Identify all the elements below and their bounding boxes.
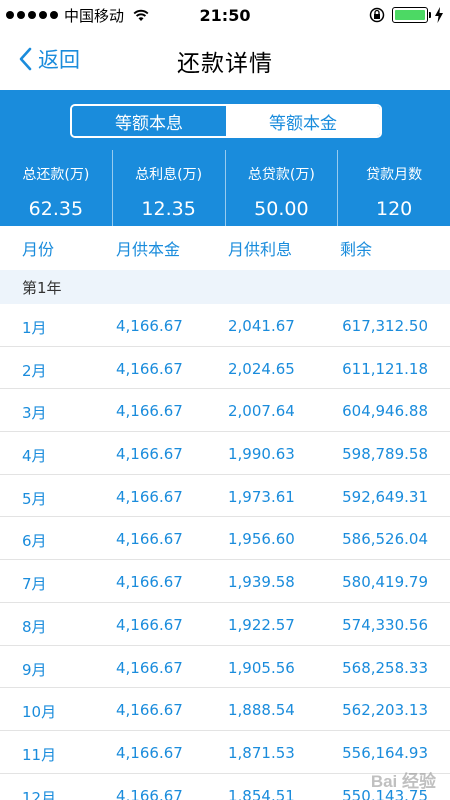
- nav-bar: 返回 还款详情: [0, 30, 450, 90]
- row-remaining: 556,164.93: [342, 743, 428, 762]
- wifi-icon: [133, 9, 149, 21]
- row-principal: 4,166.67: [116, 445, 183, 464]
- stat-total-interest: 总利息(万) 12.35: [111, 150, 225, 226]
- table-row[interactable]: 4月 4,166.67 1,990.63 598,789.58: [0, 432, 450, 475]
- charging-bolt-icon: [435, 7, 443, 23]
- row-interest: 2,007.64: [228, 402, 295, 421]
- row-principal: 4,166.67: [116, 573, 183, 592]
- status-bar: 中国移动 21:50: [0, 0, 450, 30]
- stat-total-loan: 总贷款(万) 50.00: [224, 150, 338, 226]
- summary-stats: 总还款(万) 62.35 总利息(万) 12.35 总贷款(万) 50.00 贷…: [0, 150, 450, 226]
- table-row[interactable]: 7月 4,166.67 1,939.58 580,419.79: [0, 560, 450, 603]
- row-interest: 1,939.58: [228, 573, 295, 592]
- row-month: 6月: [22, 532, 47, 551]
- table-row[interactable]: 9月 4,166.67 1,905.56 568,258.33: [0, 646, 450, 689]
- row-principal: 4,166.67: [116, 359, 183, 378]
- stat-loan-months: 贷款月数 120: [337, 150, 450, 226]
- battery-icon: [392, 7, 431, 23]
- row-interest: 1,990.63: [228, 445, 295, 464]
- row-principal: 4,166.67: [116, 530, 183, 549]
- row-interest: 2,024.65: [228, 359, 295, 378]
- header-remaining: 剩余: [340, 240, 373, 259]
- row-remaining: 574,330.56: [342, 615, 428, 634]
- tab-equal-installment[interactable]: 等额本息: [72, 106, 226, 136]
- table-row[interactable]: 10月 4,166.67 1,888.54 562,203.13: [0, 688, 450, 731]
- stat-label: 贷款月数: [366, 167, 423, 183]
- repayment-method-toggle: 等额本息 等额本金: [70, 104, 382, 138]
- row-month: 11月: [22, 745, 57, 764]
- row-month: 1月: [22, 319, 47, 337]
- table-row[interactable]: 1月 4,166.67 2,041.67 617,312.50: [0, 304, 450, 347]
- watermark-logo: Bai 经验: [370, 772, 436, 791]
- row-month: 2月: [22, 361, 47, 380]
- row-interest: 1,905.56: [228, 658, 295, 677]
- row-remaining: 586,526.04: [342, 530, 428, 549]
- row-month: 12月: [22, 788, 57, 800]
- table-row[interactable]: 5月 4,166.67 1,973.61 592,649.31: [0, 475, 450, 518]
- row-remaining: 611,121.18: [342, 359, 428, 378]
- row-remaining: 617,312.50: [342, 317, 428, 335]
- row-month: 7月: [22, 575, 47, 594]
- stat-value: 62.35: [28, 198, 84, 220]
- row-interest: 2,041.67: [228, 317, 295, 335]
- stat-label: 总贷款(万): [247, 167, 315, 183]
- stat-value: 12.35: [141, 198, 196, 220]
- year-section-header[interactable]: 第1年: [0, 270, 450, 304]
- table-row[interactable]: 8月 4,166.67 1,922.57 574,330.56: [0, 603, 450, 646]
- row-month: 5月: [22, 489, 47, 508]
- signal-strength-icon: [6, 11, 58, 19]
- row-principal: 4,166.67: [116, 701, 183, 720]
- row-interest: 1,956.60: [228, 530, 295, 549]
- stat-label: 总还款(万): [22, 167, 90, 183]
- table-row[interactable]: 2月 4,166.67 2,024.65 611,121.18: [0, 347, 450, 390]
- row-remaining: 604,946.88: [342, 402, 428, 421]
- back-button[interactable]: 返回: [18, 44, 80, 74]
- stat-value: 50.00: [254, 198, 309, 220]
- stat-total-repayment: 总还款(万) 62.35: [0, 150, 112, 226]
- row-remaining: 580,419.79: [342, 573, 428, 592]
- header-interest: 月供利息: [228, 240, 293, 259]
- row-remaining: 592,649.31: [342, 487, 428, 506]
- row-interest: 1,888.54: [228, 701, 295, 720]
- table-header: 月份 月供本金 月供利息 剩余: [0, 226, 450, 270]
- header-principal: 月供本金: [116, 240, 181, 259]
- row-remaining: 598,789.58: [342, 445, 428, 464]
- stat-label: 总利息(万): [135, 167, 203, 183]
- row-principal: 4,166.67: [116, 487, 183, 506]
- payment-schedule-list: 1月 4,166.67 2,041.67 617,312.50 2月 4,166.67 2,…: [0, 304, 450, 800]
- row-month: 4月: [22, 447, 47, 466]
- row-interest: 1,922.57: [228, 615, 295, 634]
- chevron-left-icon: [19, 47, 32, 71]
- row-interest: 1,871.53: [228, 743, 295, 762]
- row-month: 10月: [22, 703, 57, 722]
- row-principal: 4,166.67: [116, 317, 183, 335]
- rotation-lock-icon: [369, 7, 385, 23]
- row-principal: 4,166.67: [116, 615, 183, 634]
- row-principal: 4,166.67: [116, 786, 183, 800]
- year-label: 第1年: [22, 278, 62, 297]
- back-label: 返回: [38, 48, 80, 72]
- row-month: 3月: [22, 404, 47, 423]
- row-interest: 1,973.61: [228, 487, 295, 506]
- tab-equal-principal[interactable]: 等额本金: [226, 106, 380, 136]
- stat-value: 120: [375, 198, 413, 220]
- row-principal: 4,166.67: [116, 658, 183, 677]
- row-month: 9月: [22, 660, 47, 679]
- row-remaining: 568,258.33: [342, 658, 428, 677]
- row-principal: 4,166.67: [116, 402, 183, 421]
- row-principal: 4,166.67: [116, 743, 183, 762]
- table-row[interactable]: 6月 4,166.67 1,956.60 586,526.04: [0, 517, 450, 561]
- carrier-name: 中国移动: [64, 6, 125, 25]
- row-month: 8月: [22, 617, 47, 636]
- summary-panel: 等额本息 等额本金 总还款(万) 62.35 总利息(万) 12.35 总贷款(…: [0, 90, 450, 226]
- row-remaining: 562,203.13: [342, 701, 428, 720]
- table-row[interactable]: 3月 4,166.67 2,007.64 604,946.88: [0, 389, 450, 433]
- header-month: 月份: [22, 240, 55, 259]
- row-interest: 1,854.51: [228, 786, 295, 800]
